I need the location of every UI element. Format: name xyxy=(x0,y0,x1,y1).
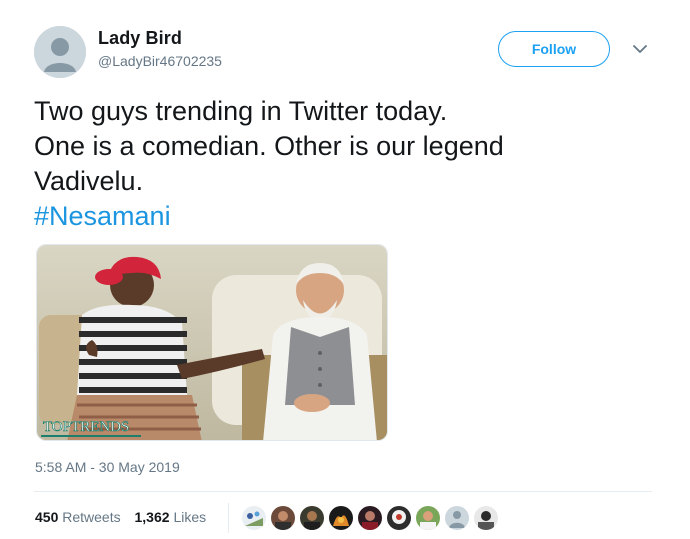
tweet-stats: 450 Retweets 1,362 Likes xyxy=(35,509,206,525)
tweet-text: Two guys trending in Twitter today. One … xyxy=(34,94,634,234)
liker-avatar[interactable] xyxy=(472,504,500,532)
author-avatar[interactable] xyxy=(34,26,86,78)
liker-avatar[interactable] xyxy=(240,504,268,532)
stats-separator xyxy=(228,503,229,533)
tweet-photo[interactable]: TOPTRENDS xyxy=(36,244,388,441)
liker-avatar-image xyxy=(387,506,411,530)
liker-avatar-image xyxy=(329,506,353,530)
likes-count: 1,362 xyxy=(134,509,170,525)
author-display-name[interactable]: Lady Bird xyxy=(98,28,182,49)
photo-image: TOPTRENDS xyxy=(37,245,387,440)
liker-avatar-image xyxy=(242,506,266,530)
tweet-text-line: Two guys trending in Twitter today. xyxy=(34,96,448,126)
tweet-text-line: One is a comedian. Other is our legend xyxy=(34,131,504,161)
follow-button[interactable]: Follow xyxy=(498,31,610,67)
hashtag-link[interactable]: #Nesamani xyxy=(34,199,634,234)
stats-divider xyxy=(34,491,652,492)
likes-label: Likes xyxy=(173,509,207,525)
liker-avatar-image xyxy=(300,506,324,530)
default-avatar-icon xyxy=(34,26,86,78)
liker-avatar[interactable] xyxy=(414,504,442,532)
author-handle[interactable]: @LadyBir46702235 xyxy=(98,53,222,69)
retweets-stat[interactable]: 450 Retweets xyxy=(35,509,121,525)
liker-avatar-image xyxy=(474,506,498,530)
liker-avatar[interactable] xyxy=(443,504,471,532)
liker-avatar-image xyxy=(271,506,295,530)
liker-avatar[interactable] xyxy=(385,504,413,532)
liker-avatar-image xyxy=(358,506,382,530)
chevron-down-icon xyxy=(633,45,647,53)
photo-watermark: TOPTRENDS xyxy=(43,419,129,435)
likes-stat[interactable]: 1,362 Likes xyxy=(135,509,207,525)
retweets-count: 450 xyxy=(35,509,59,525)
tweet-text-line: Vadivelu. xyxy=(34,166,144,196)
liker-avatar[interactable] xyxy=(269,504,297,532)
retweets-label: Retweets xyxy=(62,509,121,525)
tweet-menu-button[interactable] xyxy=(632,42,648,54)
liker-avatar-image xyxy=(416,506,440,530)
liker-avatar[interactable] xyxy=(327,504,355,532)
tweet-timestamp[interactable]: 5:58 AM - 30 May 2019 xyxy=(35,459,180,475)
liker-avatar[interactable] xyxy=(356,504,384,532)
default-avatar-icon xyxy=(445,506,469,530)
liker-avatar[interactable] xyxy=(298,504,326,532)
